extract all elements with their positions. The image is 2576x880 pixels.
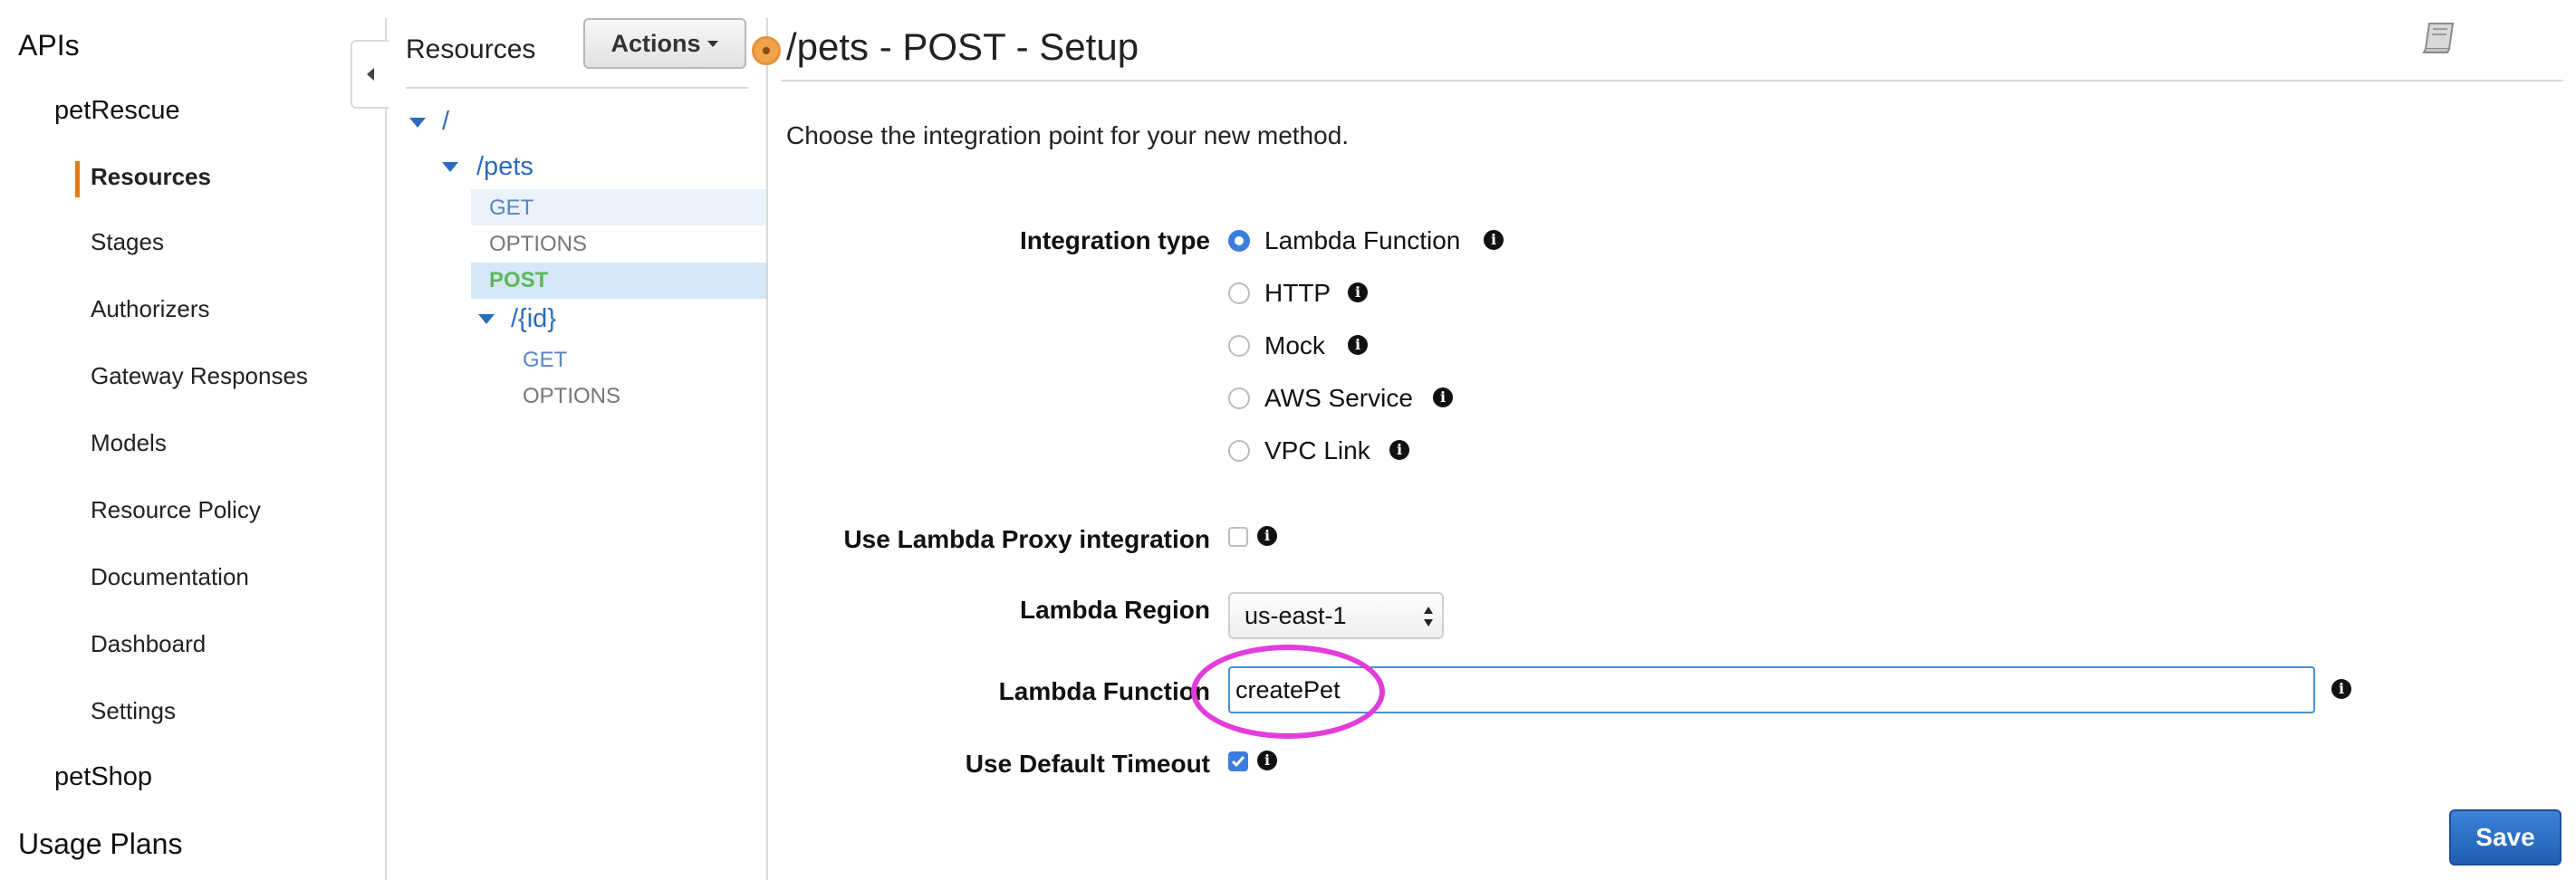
lambda-region-select[interactable]: us-east-1 — [1228, 592, 1444, 639]
option-aws-service[interactable]: AWS Service — [1264, 384, 1413, 413]
info-icon[interactable]: i — [1389, 440, 1409, 460]
checkmark-icon — [1231, 756, 1245, 768]
tree-pets-options[interactable]: OPTIONS — [489, 232, 587, 257]
nav-item-authorizers[interactable]: Authorizers — [91, 295, 210, 323]
nav-item-documentation[interactable]: Documentation — [91, 563, 249, 591]
tree-id-get[interactable]: GET — [523, 348, 567, 373]
select-arrows-icon — [1424, 607, 1433, 627]
option-vpc-link[interactable]: VPC Link — [1264, 436, 1370, 465]
expand-root-icon[interactable] — [409, 118, 426, 128]
page-title: /pets - POST - Setup — [786, 25, 1139, 68]
radio-http[interactable] — [1228, 282, 1250, 304]
default-timeout-label: Use Default Timeout — [965, 750, 1210, 778]
info-icon[interactable]: i — [1348, 335, 1368, 355]
expand-pets-icon[interactable] — [442, 162, 458, 172]
active-indicator — [75, 161, 80, 197]
proxy-integration-checkbox[interactable] — [1228, 527, 1248, 547]
setup-description: Choose the integration point for your ne… — [786, 121, 1350, 149]
caret-down-icon — [706, 41, 718, 47]
actions-label: Actions — [610, 29, 701, 57]
option-mock[interactable]: Mock — [1264, 331, 1325, 360]
book-icon[interactable] — [2420, 20, 2458, 61]
info-icon[interactable]: i — [1484, 230, 1504, 250]
info-icon[interactable]: i — [1257, 526, 1277, 546]
nav-item-dashboard[interactable]: Dashboard — [91, 630, 206, 658]
collapse-nav-button[interactable] — [351, 40, 389, 109]
radio-lambda-function[interactable] — [1228, 230, 1250, 252]
expand-id-icon[interactable] — [478, 314, 495, 324]
tree-pets-post[interactable]: POST — [489, 268, 548, 293]
chevron-left-icon — [367, 68, 374, 81]
nav-item-settings[interactable]: Settings — [91, 697, 176, 725]
nav-api-petshop[interactable]: petShop — [54, 762, 152, 792]
option-lambda-function[interactable]: Lambda Function — [1264, 226, 1460, 255]
nav-api-petrescue[interactable]: petRescue — [54, 96, 180, 126]
save-button[interactable]: Save — [2449, 809, 2562, 866]
proxy-integration-label: Use Lambda Proxy integration — [843, 525, 1210, 553]
info-icon[interactable]: i — [2331, 679, 2351, 699]
resources-divider — [406, 87, 748, 89]
radio-vpc-link[interactable] — [1228, 440, 1250, 462]
nav-item-resource-policy[interactable]: Resource Policy — [91, 496, 261, 524]
nav-usage-plans[interactable]: Usage Plans — [18, 827, 182, 861]
info-icon[interactable]: i — [1348, 282, 1368, 302]
info-icon[interactable]: i — [1433, 387, 1453, 407]
default-timeout-checkbox[interactable] — [1228, 751, 1248, 771]
lambda-region-label: Lambda Region — [1019, 596, 1210, 624]
integration-type-label: Integration type — [1019, 226, 1210, 254]
tree-id[interactable]: /{id} — [511, 304, 556, 334]
radio-aws-service[interactable] — [1228, 387, 1250, 409]
info-icon[interactable]: i — [1257, 751, 1277, 770]
title-divider — [781, 80, 2563, 81]
tree-root[interactable]: / — [442, 107, 449, 137]
nav-item-resources[interactable]: Resources — [91, 163, 211, 191]
radio-mock[interactable] — [1228, 335, 1250, 357]
resources-divider-vertical — [766, 18, 768, 880]
lambda-region-value: us-east-1 — [1245, 601, 1347, 629]
lambda-function-input[interactable] — [1228, 666, 2315, 713]
nav-divider — [385, 18, 387, 880]
status-dot-icon — [752, 36, 781, 65]
lambda-function-label: Lambda Function — [998, 677, 1210, 705]
resources-title: Resources — [406, 34, 536, 64]
tree-pets-get[interactable]: GET — [489, 196, 533, 221]
option-http[interactable]: HTTP — [1264, 279, 1331, 308]
annotation-circle — [1191, 645, 1385, 739]
nav-item-gateway-responses[interactable]: Gateway Responses — [91, 362, 308, 390]
actions-dropdown-button[interactable]: Actions — [583, 18, 746, 69]
nav-apis[interactable]: APIs — [18, 29, 80, 62]
tree-id-options[interactable]: OPTIONS — [523, 384, 620, 409]
nav-item-stages[interactable]: Stages — [91, 228, 164, 256]
tree-pets[interactable]: /pets — [476, 152, 533, 182]
nav-item-models[interactable]: Models — [91, 429, 167, 457]
